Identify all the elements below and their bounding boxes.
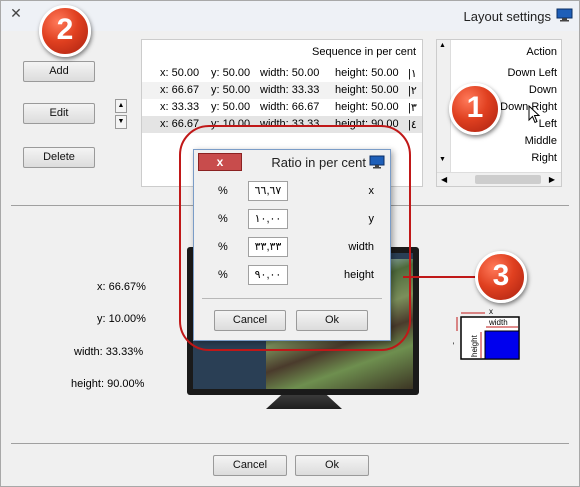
move-down-button[interactable]: ▼ [115,115,127,129]
table-row[interactable]: x: 50.00 y: 50.00 width: 50.00 height: 5… [142,65,422,82]
row-width: width: 66.67 [260,101,320,113]
sequence-header: Sequence in per cent [312,46,416,58]
ratio-dialog: x Ratio in per cent % ٦٦,٦٧ x % ١٠,٠٠ y … [193,149,391,341]
diagram-x-label: x [489,309,493,316]
monitor-icon [369,155,385,169]
list-item[interactable]: Down Left [507,67,557,79]
delete-button[interactable]: Delete [23,147,95,168]
x-label: x [368,185,375,197]
row-x: x: 66.67 [160,84,200,96]
diagram-height-label: height [470,334,479,357]
scroll-thumb[interactable] [475,175,541,184]
height-label: height [344,269,374,281]
row-x: x: 50.00 [160,67,200,79]
row-height: height: 50.00 [335,67,399,79]
row-number: |٣ [408,102,417,114]
percent-label: % [218,185,228,197]
dialog-ok-button[interactable]: Ok [296,310,368,331]
move-up-button[interactable]: ▲ [115,99,127,113]
scroll-left-icon[interactable]: ◀ [441,175,447,184]
detail-y: y: 10.00% [97,313,146,325]
row-x: x: 33.33 [160,101,200,113]
percent-label: % [218,269,228,281]
y-field[interactable]: ١٠,٠٠ [248,209,288,229]
row-number: |٤ [408,119,417,131]
cancel-button[interactable]: Cancel [213,455,287,476]
percent-label: % [218,241,228,253]
row-y: y: 50.00 [211,101,251,113]
row-height: height: 50.00 [335,101,399,113]
percent-label: % [218,213,228,225]
diagram-width-label: width [488,318,508,327]
callout-badge-3: 3 [475,251,527,303]
x-field[interactable]: ٦٦,٦٧ [248,181,288,201]
separator [11,443,569,444]
row-y: y: 50.00 [211,67,251,79]
edit-button[interactable]: Edit [23,103,95,124]
row-width: width: 50.00 [260,67,320,79]
detail-height: height: 90.00% [71,378,145,390]
list-item[interactable]: Middle [525,135,557,147]
dialog-close-button[interactable]: x [198,153,242,171]
table-row[interactable]: x: 66.67 y: 50.00 width: 33.33 height: 5… [142,82,422,99]
row-number: |٢ [408,85,417,97]
add-button[interactable]: Add [23,61,95,82]
list-item[interactable]: Down [529,84,557,96]
diagram-y-label: y [453,340,454,349]
row-height: height: 50.00 [335,84,399,96]
mouse-cursor-icon [528,105,541,124]
y-label: y [368,213,375,225]
close-icon[interactable]: ✕ [5,4,27,22]
row-y: y: 50.00 [211,84,251,96]
window-title: Layout settings [463,9,551,24]
callout-badge-1: 1 [449,83,501,135]
width-label: width [348,241,374,253]
monitor-stand [266,395,342,409]
detail-width: width: 33.33% [74,346,144,358]
row-number: |١ [408,68,417,80]
layout-settings-window: ✕ Layout settings Add Edit Delete ▲ ▼ Se… [0,0,580,487]
row-width: width: 33.33 [260,84,320,96]
dialog-cancel-button[interactable]: Cancel [214,310,286,331]
detail-x: x: 66.67% [97,281,146,293]
list-item[interactable]: Right [531,152,557,164]
ratio-diagram: x y width height [453,309,520,360]
width-field[interactable]: ٣٣,٣٣ [248,237,288,257]
table-row[interactable]: x: 33.33 y: 50.00 width: 66.67 height: 5… [142,99,422,116]
monitor-icon [556,8,573,22]
ok-button[interactable]: Ok [295,455,369,476]
height-field[interactable]: ٩٠,٠٠ [248,265,288,285]
callout-connector [403,276,479,278]
dialog-title: Ratio in per cent [271,155,366,170]
scroll-right-icon[interactable]: ▶ [549,175,555,184]
scroll-down-icon[interactable]: ▼ [439,156,446,163]
scroll-up-icon[interactable]: ▲ [439,42,446,49]
action-header: Action [526,46,557,58]
horizontal-scrollbar[interactable]: ◀ ▶ [437,172,561,186]
dialog-separator [202,298,382,299]
callout-badge-2: 2 [39,5,91,57]
